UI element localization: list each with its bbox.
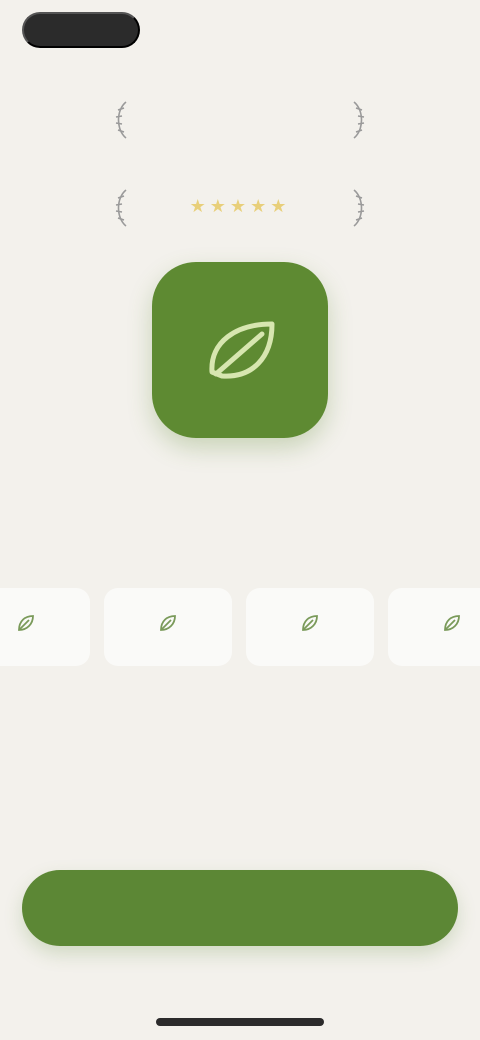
rating-stars: ★★★★★ — [189, 195, 291, 216]
laurel-left-icon — [110, 98, 132, 142]
leaf-icon — [302, 615, 318, 631]
feature-card — [0, 588, 90, 666]
top-right-link[interactable] — [390, 20, 446, 38]
app-icon — [152, 262, 328, 438]
leaf-icon — [209, 321, 275, 379]
feature-card — [104, 588, 232, 666]
feature-strip[interactable] — [0, 588, 480, 684]
laurel-right-icon — [348, 186, 370, 230]
laurel-right-icon — [348, 98, 370, 142]
home-indicator — [156, 1018, 324, 1026]
app-screen: ★★★★★ — [0, 0, 480, 1040]
leaf-icon — [160, 615, 176, 631]
award-block — [110, 88, 370, 152]
continue-button[interactable] — [22, 870, 458, 946]
rating-text: ★★★★★ — [132, 196, 348, 221]
feature-card — [388, 588, 480, 666]
leaf-icon — [18, 615, 34, 631]
leaf-icon — [444, 615, 460, 631]
feature-card — [246, 588, 374, 666]
laurel-left-icon — [110, 186, 132, 230]
back-button[interactable] — [22, 12, 140, 48]
rating-block: ★★★★★ — [110, 178, 370, 238]
award-text — [132, 118, 348, 122]
